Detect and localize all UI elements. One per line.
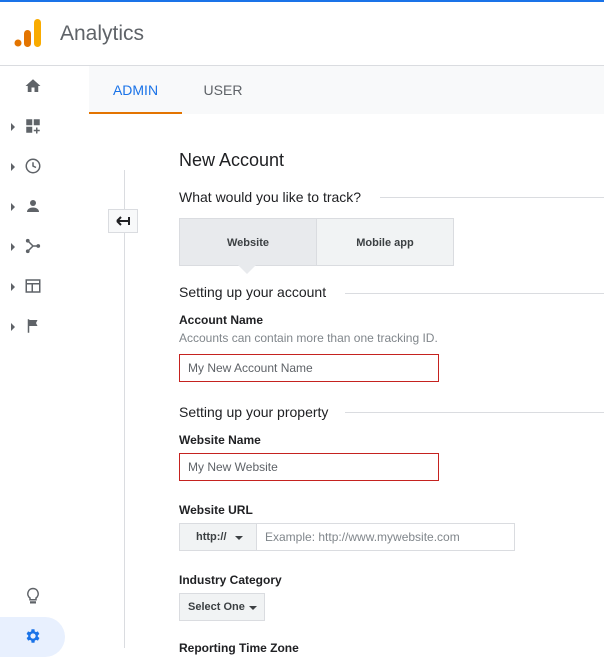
lightbulb-icon[interactable]	[24, 587, 42, 605]
sidebar-item-realtime[interactable]	[0, 146, 89, 186]
app-title: Analytics	[60, 22, 145, 45]
expand-arrow-icon	[11, 203, 15, 211]
flag-icon	[27, 319, 38, 333]
url-protocol-select[interactable]: http://	[179, 523, 257, 551]
dropdown-arrow-icon	[249, 606, 257, 610]
industry-category-value: Select One	[188, 601, 245, 613]
sidebar-item-audience[interactable]	[0, 186, 89, 226]
sidebar-item-admin[interactable]	[0, 617, 65, 657]
admin-tabs: ADMIN USER	[89, 66, 604, 114]
dropdown-arrow-icon	[235, 536, 243, 540]
track-type-toggle: Website Mobile app	[179, 218, 454, 266]
track-question: What would you like to track?	[179, 189, 372, 205]
expand-arrow-icon	[11, 123, 15, 131]
website-name-label: Website Name	[179, 433, 261, 447]
sidebar-item-customization[interactable]	[0, 106, 89, 146]
expand-arrow-icon	[11, 163, 15, 171]
account-name-input[interactable]	[179, 354, 439, 382]
property-section-heading: Setting up your property	[179, 404, 339, 420]
account-section-heading: Setting up your account	[179, 284, 337, 300]
account-name-label: Account Name	[179, 313, 264, 327]
dashboard-icon	[26, 119, 40, 134]
behavior-icon	[25, 279, 41, 293]
acquisition-icon	[25, 238, 41, 254]
track-website-option[interactable]: Website	[179, 218, 317, 266]
website-url-label: Website URL	[179, 503, 253, 517]
sidebar-item-conversions[interactable]	[0, 306, 89, 346]
back-button[interactable]	[108, 209, 138, 233]
selected-caret	[238, 265, 256, 274]
website-name-input[interactable]	[179, 453, 439, 481]
sidebar	[0, 66, 89, 648]
person-icon	[27, 200, 39, 212]
expand-arrow-icon	[11, 323, 15, 331]
industry-category-select[interactable]: Select One	[179, 593, 265, 621]
sidebar-item-behavior[interactable]	[0, 266, 89, 306]
divider	[345, 293, 604, 294]
arrow-back-icon	[116, 216, 130, 226]
url-protocol-value: http://	[196, 531, 227, 543]
expand-arrow-icon	[11, 243, 15, 251]
stepper-line	[124, 170, 125, 648]
app-header: Analytics	[0, 2, 604, 66]
sidebar-item-acquisition[interactable]	[0, 226, 89, 266]
page-title: New Account	[179, 150, 285, 170]
track-mobile-app-option[interactable]: Mobile app	[316, 218, 454, 266]
industry-category-label: Industry Category	[179, 573, 282, 587]
tab-user[interactable]: USER	[189, 66, 257, 114]
divider	[380, 197, 604, 198]
gear-icon	[26, 629, 40, 643]
home-icon	[25, 79, 41, 92]
clock-icon	[25, 158, 41, 174]
divider	[345, 412, 604, 413]
account-name-help: Accounts can contain more than one track…	[179, 331, 438, 345]
website-url-input[interactable]	[256, 523, 515, 551]
sidebar-item-home[interactable]	[0, 66, 89, 106]
tab-admin[interactable]: ADMIN	[89, 66, 182, 114]
analytics-logo-icon	[14, 19, 41, 47]
expand-arrow-icon	[11, 283, 15, 291]
reporting-timezone-label: Reporting Time Zone	[179, 641, 299, 655]
